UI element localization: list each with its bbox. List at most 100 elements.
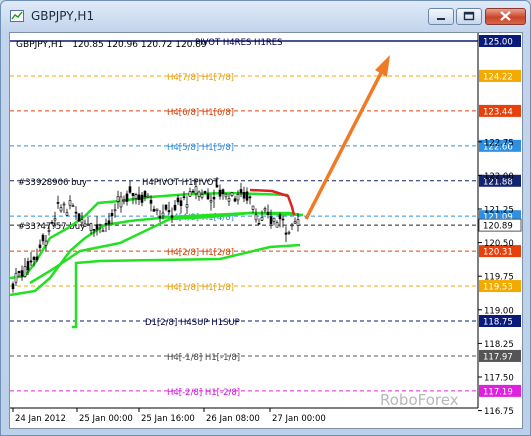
chart-app-icon (10, 10, 24, 22)
candle-body (125, 193, 129, 202)
level-label: H4[-2/8] H1[-2/8] (167, 388, 240, 398)
window-title: GBPJPY,H1 (31, 9, 95, 23)
candle-body (245, 191, 249, 201)
forecast-arrow (304, 70, 384, 220)
minimize-button[interactable] (428, 8, 454, 25)
candle-body (224, 193, 228, 198)
symbol-name: GBPJPY,H1 (16, 40, 63, 50)
candle-body (77, 213, 81, 222)
candle-body (104, 223, 108, 225)
candle-body (281, 218, 285, 221)
candle-body (170, 215, 174, 218)
candle-body (221, 189, 225, 194)
candle-body (11, 283, 15, 290)
level-price-label: 123.44 (483, 107, 513, 117)
candle-body (86, 223, 90, 226)
candle-body (230, 192, 234, 197)
candle-body (95, 224, 99, 230)
level-price-label: 117.19 (483, 387, 513, 397)
candle-body (206, 193, 210, 200)
candle-body (98, 224, 102, 226)
candle-body (68, 200, 72, 206)
candle-body (263, 208, 267, 211)
candle-body (113, 209, 117, 212)
price-chart[interactable]: PIVOT H4RES H1RES 125.00 H4[7/8] H1[7/8] 12… (9, 33, 522, 428)
candle-body (38, 244, 42, 248)
level-label: #33928906 buy (18, 178, 87, 188)
candle-body (257, 222, 261, 225)
time-tick-label: 25 Jan 00:00 (79, 414, 133, 424)
candle-body (161, 212, 165, 217)
candle-body (92, 228, 96, 231)
candle-body (146, 195, 150, 198)
level-extra-label: H4PIVOT H1PIVOT (142, 178, 219, 188)
candle-body (290, 224, 294, 227)
candle-body (287, 231, 291, 234)
candle-body (197, 191, 201, 197)
maximize-button[interactable] (456, 8, 482, 25)
time-tick-label: 27 Jan 00:00 (272, 414, 326, 424)
candle-body (173, 204, 177, 211)
candle-body (296, 219, 300, 226)
candle-body (158, 216, 162, 219)
price-tick-label: 119.00 (484, 306, 514, 316)
candle-body (17, 271, 21, 274)
candle-body (251, 205, 255, 210)
candle-body (266, 211, 270, 215)
price-tick-label: 118.25 (484, 340, 514, 350)
time-tick-label: 24 Jan 2012 (15, 414, 66, 424)
candle-body (212, 196, 216, 200)
minimize-icon (437, 18, 445, 20)
price-tick-label: 121.25 (484, 206, 514, 216)
price-tick-label: 116.75 (484, 407, 514, 417)
maximize-icon (463, 11, 475, 21)
candle-body (233, 198, 237, 202)
close-icon (500, 11, 511, 21)
chart-window: GBPJPY,H1 PIVOT H4RES H1RES 125.00 H4[7/8]… (0, 0, 531, 436)
candle-body (140, 194, 144, 203)
close-button[interactable] (485, 8, 526, 25)
candle-body (131, 192, 135, 196)
price-tick-label: 120.50 (484, 239, 514, 249)
candle-body (53, 218, 57, 221)
candle-body (14, 272, 18, 283)
candle-body (209, 200, 213, 203)
watermark: RoboForex (380, 391, 459, 409)
candle-body (101, 230, 105, 233)
candle-body (272, 217, 276, 222)
candle-body (83, 223, 87, 227)
candle-body (44, 240, 48, 246)
candle-body (32, 256, 36, 260)
candle-body (23, 266, 27, 277)
ohlc-values: 120.85 120.96 120.72 120.89 (72, 40, 207, 50)
level-price-label: 120.31 (483, 248, 513, 258)
time-tick-label: 26 Jan 08:00 (206, 414, 260, 424)
candle-body (155, 208, 159, 211)
candle-body (47, 229, 51, 232)
candle-body (29, 260, 33, 263)
level-price-label: 118.75 (483, 318, 513, 328)
candle-body (149, 199, 153, 204)
forecast-arrow-head (375, 55, 390, 77)
candle-body (284, 232, 288, 235)
candle-body (71, 205, 75, 208)
candle-body (164, 204, 168, 210)
level-label: H4[7/8] H1[7/8] (167, 73, 234, 83)
candle-body (119, 196, 123, 208)
candle-body (35, 256, 39, 261)
candle-body (275, 222, 279, 228)
candle-body (191, 190, 195, 193)
candle-body (293, 221, 297, 224)
candle-body (122, 199, 126, 202)
candle-body (176, 197, 180, 203)
candle-body (59, 207, 63, 212)
candle-body (218, 189, 222, 197)
level-price-label: 124.22 (483, 72, 513, 82)
candle-body (215, 184, 219, 188)
candle-body (185, 204, 189, 208)
level-label: H4[5/8] H1[5/8] (167, 143, 234, 153)
chart-area[interactable]: PIVOT H4RES H1RES 125.00 H4[7/8] H1[7/8] 12… (9, 32, 523, 429)
level-label: H4[1/8] H1[1/8] (167, 283, 234, 293)
window-titlebar[interactable]: GBPJPY,H1 (1, 1, 530, 31)
candle-body (80, 219, 84, 224)
